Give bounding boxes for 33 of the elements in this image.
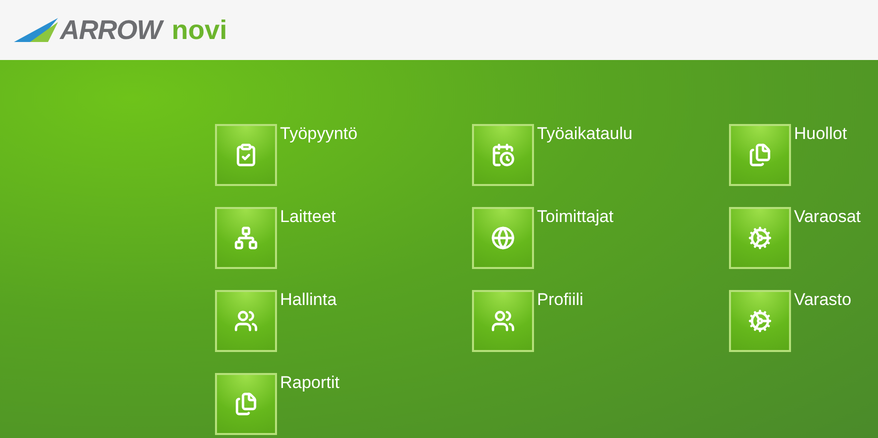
tile-label[interactable]: Työaikataulu xyxy=(537,124,632,144)
tile-button[interactable] xyxy=(215,373,277,435)
tile-label[interactable]: Raportit xyxy=(280,373,340,393)
documents-icon xyxy=(234,392,258,416)
logo-text: ARROW xyxy=(60,14,162,47)
globe-icon xyxy=(491,226,515,250)
tile-button[interactable] xyxy=(729,124,791,186)
tile-button[interactable] xyxy=(215,207,277,269)
tile-label[interactable]: Varasto xyxy=(794,290,852,310)
tile-label[interactable]: Profiili xyxy=(537,290,584,310)
calendar-icon xyxy=(491,143,515,167)
users-icon xyxy=(491,309,515,333)
tile-button[interactable] xyxy=(472,124,534,186)
hierarchy-icon xyxy=(234,226,258,250)
tile-label[interactable]: Hallinta xyxy=(280,290,337,310)
tile-button[interactable] xyxy=(729,290,791,352)
users-icon xyxy=(234,309,258,333)
clipboard-icon xyxy=(234,143,258,167)
tile-label[interactable]: Toimittajat xyxy=(537,207,614,227)
tile-label[interactable]: Työpyyntö xyxy=(280,124,358,144)
tile-label[interactable]: Huollot xyxy=(794,124,847,144)
tile-button[interactable] xyxy=(729,207,791,269)
tile-label[interactable]: Varaosat xyxy=(794,207,861,227)
tile-button[interactable] xyxy=(472,207,534,269)
tile-button[interactable] xyxy=(215,290,277,352)
tile-label[interactable]: Laitteet xyxy=(280,207,336,227)
logo-swoosh-icon xyxy=(14,18,58,42)
gear-icon xyxy=(748,226,772,250)
documents-icon xyxy=(748,143,772,167)
logo-suffix: novi xyxy=(172,14,228,47)
gear-icon xyxy=(748,309,772,333)
tile-button[interactable] xyxy=(215,124,277,186)
tile-button[interactable] xyxy=(472,290,534,352)
